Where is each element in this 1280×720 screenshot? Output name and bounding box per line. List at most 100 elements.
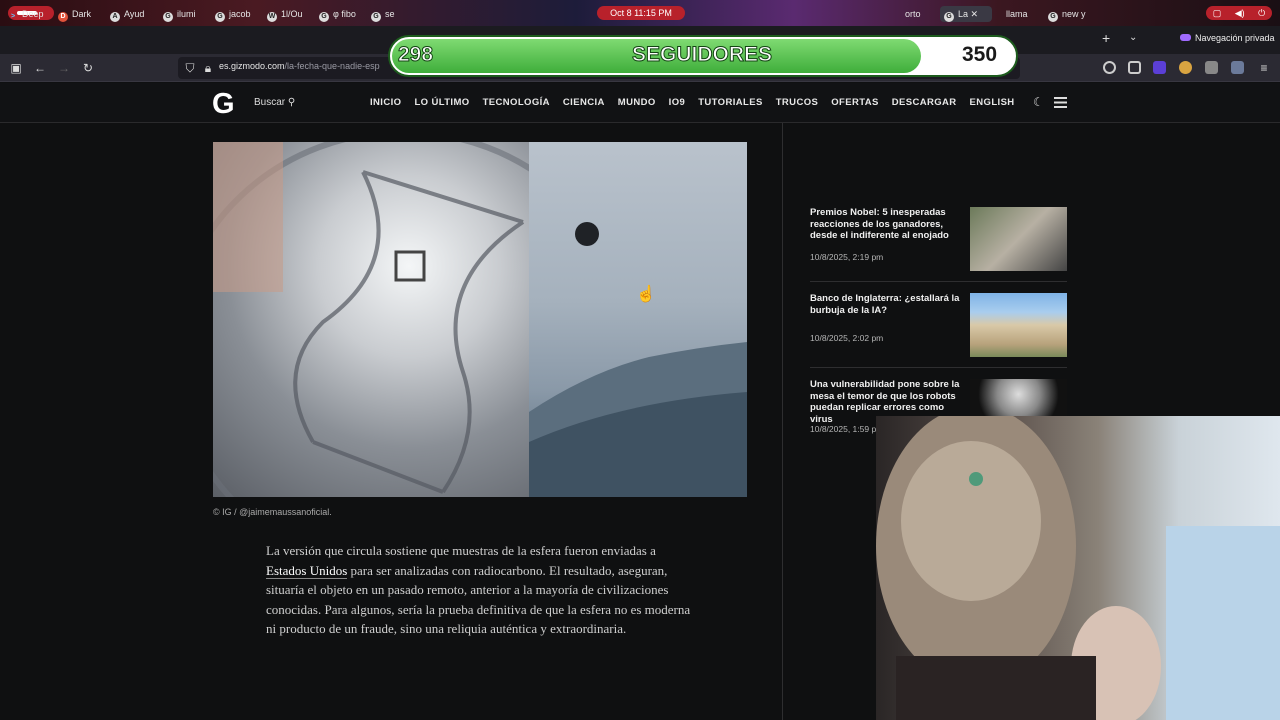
- tab[interactable]: Gse: [371, 6, 401, 22]
- new-tab-button[interactable]: +: [1102, 30, 1110, 46]
- sidebar-divider: [810, 367, 1067, 368]
- tab-label: Dark: [72, 9, 92, 19]
- sidebar-article-date: 10/8/2025, 2:19 pm: [810, 252, 884, 262]
- sidebar-article-thumbnail[interactable]: [970, 379, 1067, 417]
- tab-label: 1l/Ou: [281, 9, 303, 19]
- tab-label: orto: [905, 9, 921, 19]
- tab-label: new y: [1062, 9, 1086, 19]
- private-mask-icon: [1180, 34, 1191, 41]
- site-nav: INICIO LO ÚLTIMO TECNOLOGÍA CIENCIA MUND…: [370, 97, 1028, 108]
- sidebar-article[interactable]: Premios Nobel: 5 inesperadas reacciones …: [810, 207, 1067, 271]
- volume-icon[interactable]: ◀): [1235, 6, 1245, 20]
- tab-favicon: G: [1048, 12, 1058, 22]
- tab[interactable]: > Deep: [8, 6, 48, 22]
- tab-label: La: [958, 9, 969, 19]
- image-caption: © IG / @jaimemaussanoficial.: [213, 507, 332, 517]
- nav-link[interactable]: CIENCIA: [563, 97, 605, 108]
- streamer-video: [876, 416, 1280, 720]
- tab-label: jacob: [229, 9, 251, 19]
- sidebar-article-thumbnail[interactable]: [970, 293, 1067, 357]
- sky-scene: [529, 222, 747, 497]
- sidebar-article-title[interactable]: Banco de Inglaterra: ¿estallará la burbu…: [810, 293, 960, 316]
- close-icon[interactable]: ✕: [971, 9, 979, 19]
- tab-label: ilumi: [177, 9, 196, 19]
- tab-favicon: A: [110, 12, 120, 22]
- follower-count: 298: [397, 43, 434, 67]
- nav-link[interactable]: DESCARGAR: [892, 97, 957, 108]
- nav-link[interactable]: IO9: [669, 97, 686, 108]
- mouse-cursor-icon: ☝: [636, 286, 656, 303]
- follower-goal: 350: [962, 43, 998, 66]
- tab[interactable]: W 1l/Ou: [267, 6, 309, 22]
- extensions-icon[interactable]: [1128, 61, 1141, 74]
- clock[interactable]: Oct 8 11:15 PM: [597, 6, 685, 20]
- extension-icon[interactable]: [1153, 61, 1166, 74]
- extension-icon[interactable]: [1179, 61, 1192, 74]
- tab[interactable]: orto: [905, 6, 933, 22]
- sidebar-article-thumbnail[interactable]: [970, 207, 1067, 271]
- search-icon: ⚲: [287, 97, 296, 108]
- tab-favicon: >: [10, 13, 16, 20]
- tab-label: llama: [1006, 9, 1028, 19]
- menu-icon[interactable]: ≡: [1254, 58, 1274, 78]
- tab-label: Ayud: [124, 9, 145, 19]
- hamburger-menu-icon[interactable]: [1054, 97, 1067, 108]
- sidebar-divider: [810, 281, 1067, 282]
- extension-icon[interactable]: [1231, 61, 1244, 74]
- account-icon[interactable]: [1103, 61, 1116, 74]
- sidebar-article[interactable]: Banco de Inglaterra: ¿estallará la burbu…: [810, 293, 1067, 357]
- tab-label: Deep: [22, 9, 44, 19]
- nav-link[interactable]: MUNDO: [618, 97, 656, 108]
- article-paragraph: La versión que circula sostiene que mues…: [266, 541, 696, 639]
- nav-link[interactable]: INICIO: [370, 97, 401, 108]
- extension-icon[interactable]: [1205, 61, 1218, 74]
- forward-button[interactable]: →: [54, 58, 74, 78]
- window-icon[interactable]: ▢: [1213, 6, 1222, 20]
- tab[interactable]: A Ayud: [110, 6, 152, 22]
- sidebar-article-title[interactable]: Premios Nobel: 5 inesperadas reacciones …: [810, 207, 960, 242]
- sphere-photo: [213, 142, 636, 497]
- back-button[interactable]: ←: [30, 58, 50, 78]
- list-tabs-button[interactable]: ⌄: [1129, 32, 1137, 43]
- tab[interactable]: llama: [1006, 6, 1036, 22]
- tab-favicon: G: [944, 12, 954, 22]
- nav-link[interactable]: ENGLISH: [970, 97, 1015, 108]
- nav-link[interactable]: TRUCOS: [776, 97, 819, 108]
- nav-link[interactable]: OFERTAS: [831, 97, 878, 108]
- search-button[interactable]: Buscar ⚲: [254, 97, 295, 108]
- webcam-overlay: [876, 416, 1280, 720]
- reload-button[interactable]: ↻: [78, 58, 98, 78]
- tab-favicon: G: [371, 12, 381, 22]
- sky-photo: [529, 142, 747, 497]
- sidebar-article-date: 10/8/2025, 2:02 pm: [810, 333, 884, 343]
- url-domain: es.gizmodo.com: [219, 61, 285, 71]
- tab[interactable]: Gφ fibo: [319, 6, 361, 22]
- nav-link[interactable]: TECNOLOGÍA: [483, 97, 550, 108]
- nav-link[interactable]: TUTORIALES: [698, 97, 763, 108]
- private-browsing-indicator: Navegación privada: [1180, 33, 1275, 43]
- search-label: Buscar: [254, 97, 286, 108]
- dark-mode-toggle-icon[interactable]: ☾: [1033, 95, 1044, 109]
- tab[interactable]: Gnew y: [1048, 6, 1090, 22]
- tab[interactable]: Gjacob: [215, 6, 257, 22]
- sphere-engraving: [213, 142, 636, 497]
- tab-favicon: D: [58, 12, 68, 22]
- nav-link[interactable]: LO ÚLTIMO: [414, 97, 469, 108]
- tab[interactable]: D Dark: [58, 6, 98, 22]
- power-icon[interactable]: ⏻: [1258, 6, 1265, 20]
- sidebar-toggle-icon[interactable]: ▣: [6, 58, 26, 78]
- follower-label: SEGUIDORES: [631, 43, 773, 67]
- lock-icon[interactable]: 🔒︎: [198, 58, 218, 78]
- sidebar-article-date: 10/8/2025, 1:59 pm: [810, 424, 884, 434]
- tab-favicon: G: [163, 12, 173, 22]
- article-link[interactable]: Estados Unidos: [266, 562, 348, 579]
- tab-active[interactable]: G La ✕: [940, 6, 992, 22]
- url-text[interactable]: es.gizmodo.com/la-fecha-que-nadie-esp: [219, 61, 380, 71]
- column-divider: [782, 123, 783, 720]
- site-logo[interactable]: G: [212, 88, 235, 121]
- tab[interactable]: Gilumi: [163, 6, 205, 22]
- article-hero-image: [213, 142, 747, 497]
- system-tray[interactable]: ▢ ◀) ⏻: [1206, 6, 1272, 20]
- tab-label: φ fibo: [333, 9, 356, 19]
- tracking-protection-icon[interactable]: ⛉: [180, 58, 200, 78]
